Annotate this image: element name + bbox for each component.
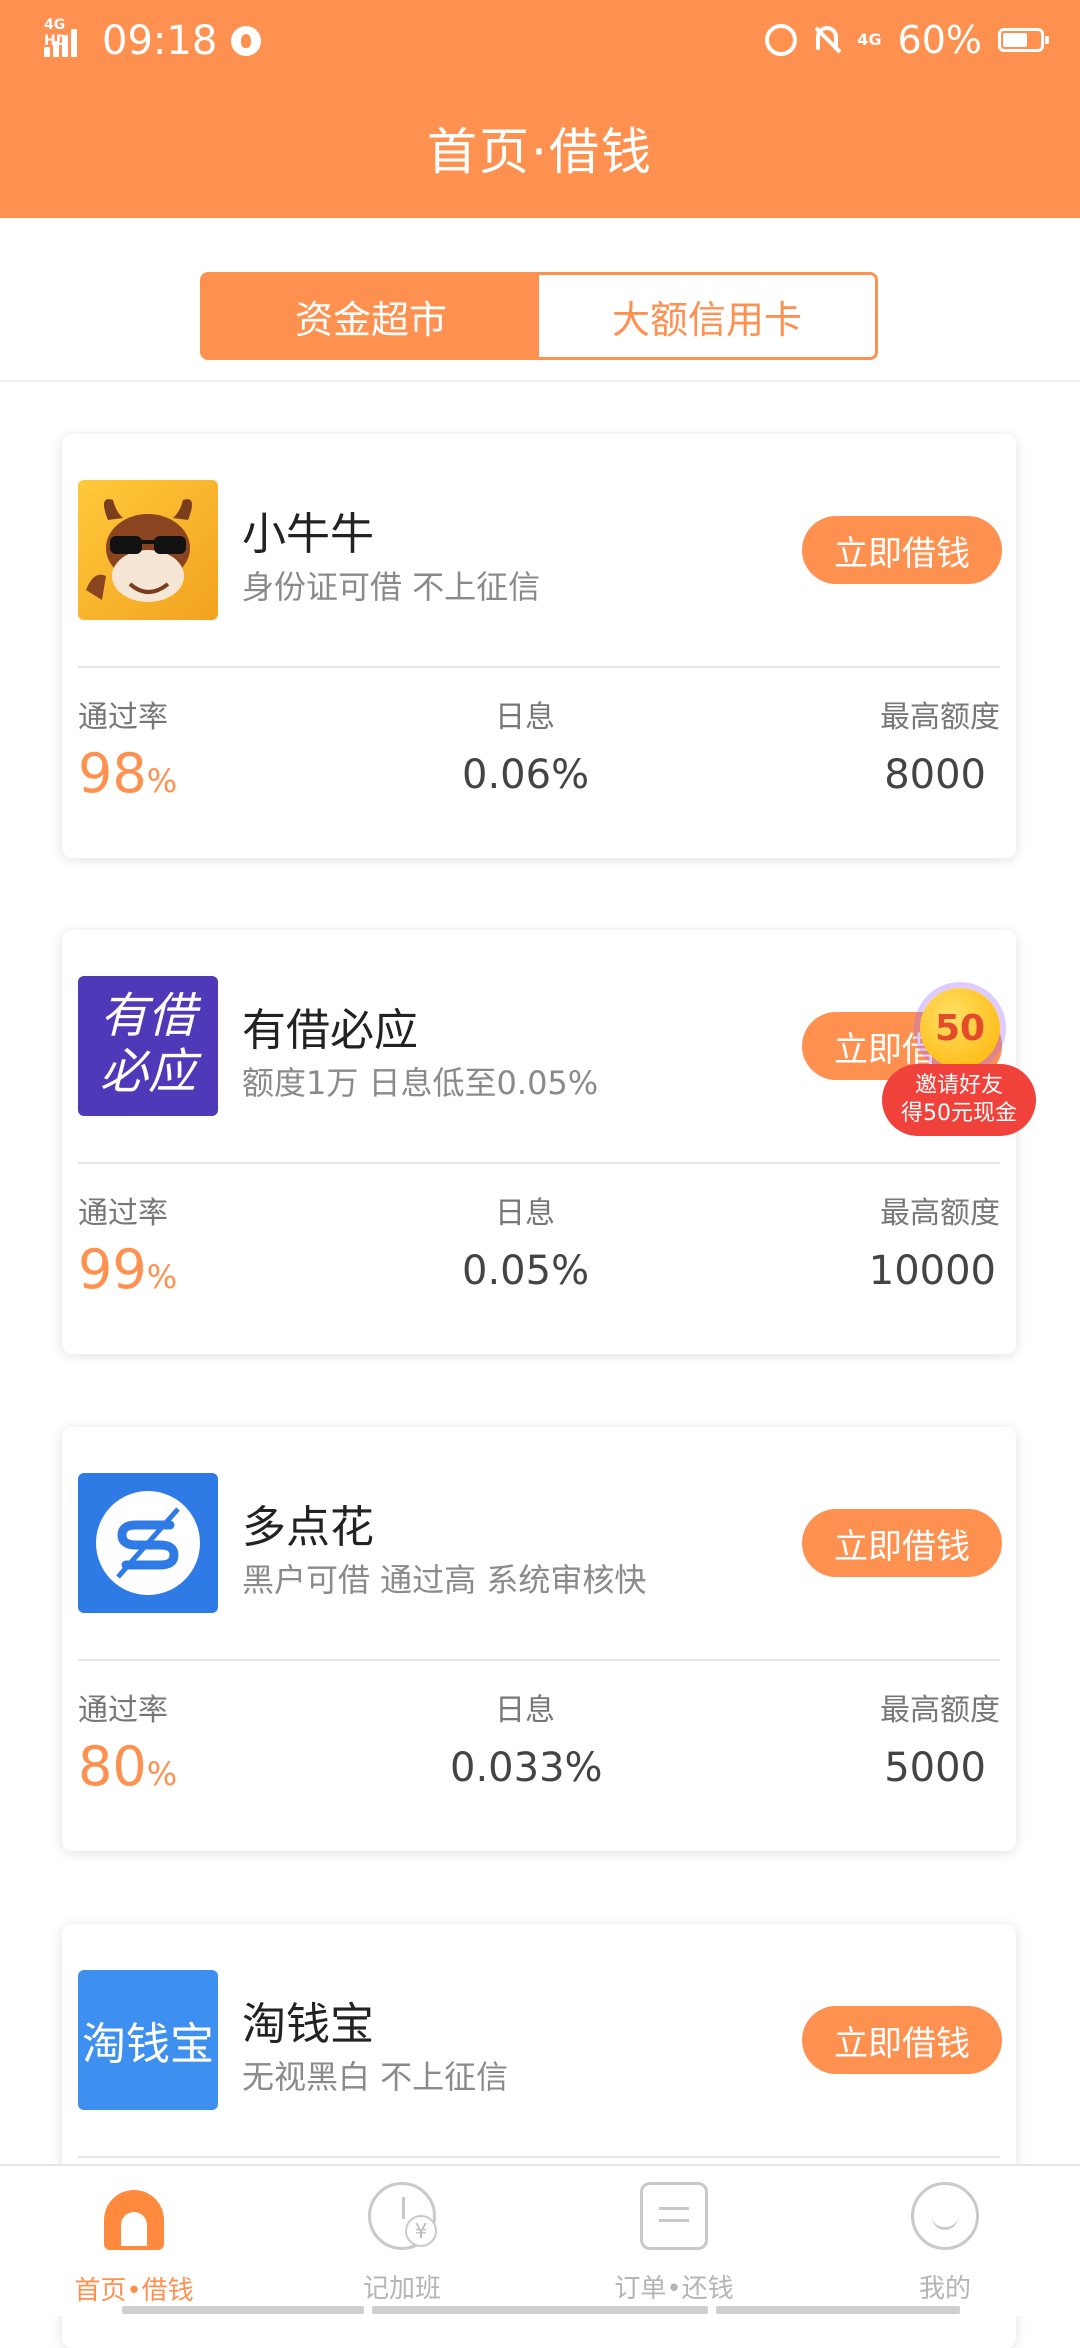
taoqianbao-logo-icon: 淘钱宝: [78, 1970, 218, 2110]
card-divider: [78, 2156, 1000, 2158]
borrow-now-button[interactable]: 立即借钱: [802, 516, 1002, 584]
pass-rate-number: 99: [78, 1238, 147, 1301]
nav-item-orders[interactable]: 订单•还钱: [574, 2182, 774, 2305]
pass-rate-value: 99%: [78, 1238, 177, 1301]
loan-desc: 额度1万 日息低至0.05%: [242, 1064, 599, 1102]
pass-rate-label: 通过率: [78, 1693, 168, 1728]
gesture-bar: [0, 2306, 1080, 2316]
max-amount-label: 最高额度: [880, 1693, 1000, 1728]
pass-rate-value: 80%: [78, 1735, 177, 1798]
daily-interest-label: 日息: [495, 1693, 555, 1728]
max-amount-label: 最高额度: [880, 1196, 1000, 1231]
youjiebiying-logo-icon: 有借 必应: [78, 976, 218, 1116]
page-title: 首页·借钱: [427, 123, 653, 181]
percent-sign: %: [146, 762, 178, 800]
daily-interest-label: 日息: [495, 700, 555, 735]
daily-interest-value: 0.06%: [462, 752, 590, 798]
status-bar: 4G HD 09:18 4G 60%: [0, 0, 1080, 84]
max-amount-label: 最高额度: [880, 700, 1000, 735]
loan-desc: 黑户可借 通过高 系统审核快: [242, 1561, 647, 1599]
nav-label: 订单•还钱: [614, 2274, 734, 2304]
loan-name: 有借必应: [242, 1005, 418, 1056]
order-icon: [640, 2182, 708, 2250]
loan-card[interactable]: 小牛牛 身份证可借 不上征信 立即借钱 通过率 日息 最高额度 98% 0.06…: [62, 434, 1016, 858]
tab-segment: 资金超市 大额信用卡: [200, 272, 878, 360]
home-icon: [99, 2182, 169, 2252]
invite-line1: 邀请好友: [914, 1073, 1003, 1098]
tab-fund-market[interactable]: 资金超市: [203, 275, 539, 357]
card-divider: [78, 666, 1000, 668]
max-amount-value: 10000: [868, 1248, 996, 1294]
clock-yuan-icon: [368, 2182, 437, 2250]
loan-card[interactable]: 多点花 黑户可借 通过高 系统审核快 立即借钱 通过率 日息 最高额度 80% …: [62, 1427, 1016, 1851]
nav-item-overtime[interactable]: 记加班: [302, 2182, 502, 2305]
pass-rate-number: 80: [78, 1735, 147, 1798]
bell-off-icon: [813, 24, 841, 56]
card-divider: [78, 1162, 1000, 1164]
signal-icon: 4G HD: [44, 17, 88, 61]
pass-rate-label: 通过率: [78, 1196, 168, 1231]
tab-credit-card[interactable]: 大额信用卡: [539, 275, 875, 357]
alarm-icon: [765, 24, 798, 56]
pass-rate-label: 通过率: [78, 700, 168, 735]
loan-name: 小牛牛: [242, 509, 374, 560]
nav-label: 我的: [918, 2274, 971, 2304]
daily-interest-label: 日息: [495, 1196, 555, 1231]
battery-icon: [998, 28, 1049, 52]
bottom-nav: 首页•借钱 记加班 订单•还钱 我的: [0, 2164, 1080, 2316]
loan-card[interactable]: 有借 必应 有借必应 额度1万 日息低至0.05% 立即借钱 通过率 日息 最高…: [62, 930, 1016, 1354]
percent-sign: %: [146, 1755, 178, 1793]
bull-logo-icon: [78, 480, 218, 620]
max-amount-value: 5000: [884, 1745, 986, 1791]
nav-item-home[interactable]: 首页•借钱: [34, 2182, 234, 2307]
borrow-now-button[interactable]: 立即借钱: [802, 2006, 1002, 2074]
loan-desc: 无视黑白 不上征信: [242, 2058, 509, 2096]
card-divider: [78, 1659, 1000, 1661]
pass-rate-number: 98: [78, 742, 147, 805]
divider: [0, 380, 1080, 382]
invite-friends-badge[interactable]: 50 邀请好友 得50元现金: [882, 980, 1036, 1138]
nav-item-mine[interactable]: 我的: [845, 2182, 1045, 2305]
battery-percent: 60%: [897, 18, 982, 62]
nav-label: 记加班: [362, 2274, 441, 2304]
coin-icon: 50: [920, 988, 1000, 1068]
loan-desc: 身份证可借 不上征信: [242, 568, 541, 606]
borrow-now-button[interactable]: 立即借钱: [802, 1509, 1002, 1577]
app-header: 4G HD 09:18 4G 60% 首页·借钱: [0, 0, 1080, 218]
max-amount-value: 8000: [884, 752, 986, 798]
invite-banner: 邀请好友 得50元现金: [882, 1064, 1036, 1136]
percent-sign: %: [146, 1258, 178, 1296]
pass-rate-value: 98%: [78, 742, 177, 805]
smile-icon: [911, 2182, 979, 2250]
duodianhua-logo-icon: [78, 1473, 218, 1613]
status-time: 09:18: [102, 18, 218, 64]
loan-name: 多点花: [242, 1502, 374, 1553]
daily-interest-value: 0.05%: [462, 1248, 590, 1294]
invite-line2: 得50元现金: [901, 1101, 1017, 1126]
nav-label: 首页•借钱: [74, 2276, 194, 2306]
network-type: 4G: [857, 30, 882, 49]
loan-name: 淘钱宝: [242, 1999, 374, 2050]
daily-interest-value: 0.033%: [450, 1745, 603, 1791]
flame-icon: [231, 26, 262, 56]
